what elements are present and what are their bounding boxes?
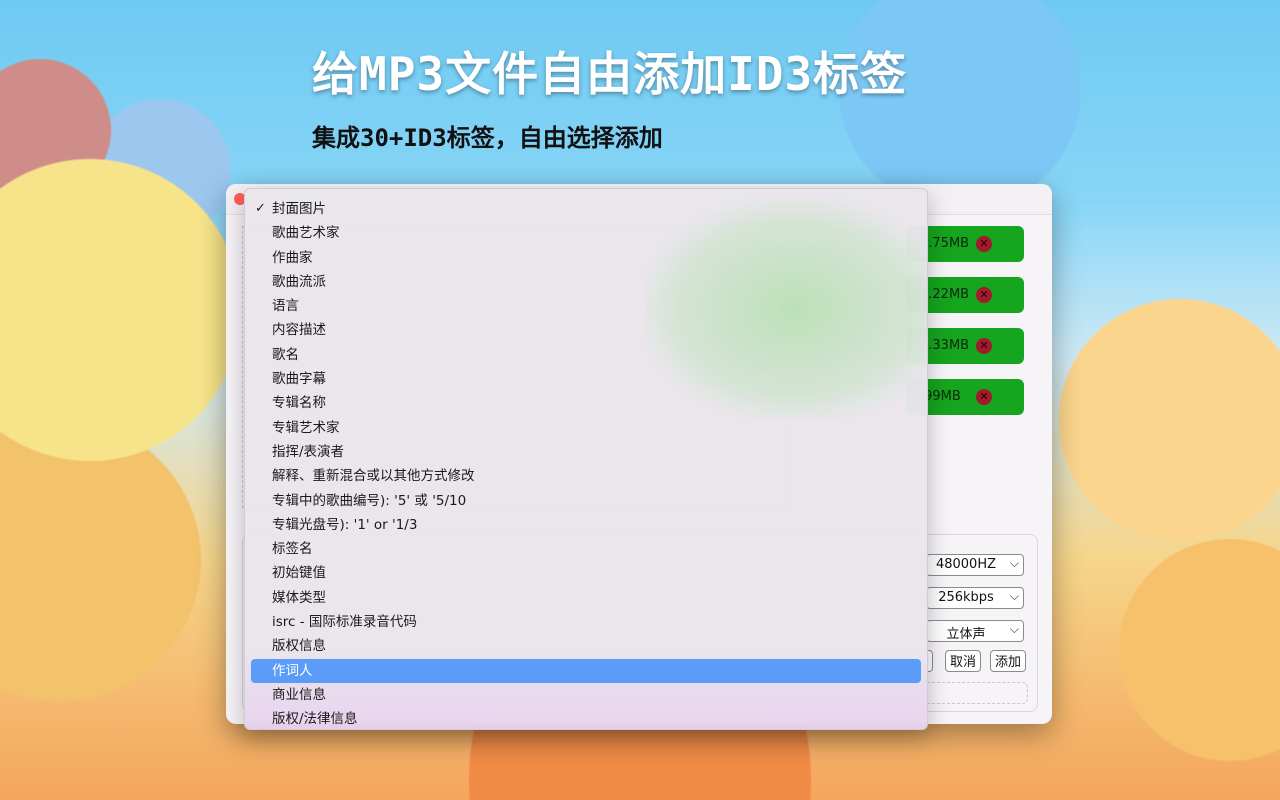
menu-item[interactable]: ✓ 封面图片 bbox=[251, 197, 921, 221]
menu-item-label: 专辑艺术家 bbox=[272, 419, 340, 436]
menu-item[interactable]: 语言 bbox=[251, 294, 921, 318]
menu-item[interactable]: 作曲家 bbox=[251, 246, 921, 270]
menu-item[interactable]: 内容描述 bbox=[251, 318, 921, 342]
remove-file-icon[interactable]: ✕ bbox=[976, 236, 992, 252]
menu-item-label: 指挥/表演者 bbox=[272, 443, 345, 460]
cancel-button[interactable]: 取消 bbox=[945, 650, 982, 672]
menu-item-label: 语言 bbox=[272, 298, 299, 315]
menu-item-label: 媒体类型 bbox=[272, 589, 326, 606]
remove-file-icon[interactable]: ✕ bbox=[976, 338, 992, 354]
menu-item-label: 作词人 bbox=[272, 662, 313, 679]
menu-item-label: 专辑光盘号): '1' or '1/3 bbox=[272, 516, 418, 533]
menu-item[interactable]: 歌曲流派 bbox=[251, 270, 921, 294]
menu-item[interactable]: 专辑艺术家 bbox=[251, 416, 921, 440]
menu-item-label: 标签名 bbox=[272, 541, 313, 558]
sample-rate-value: 48000HZ bbox=[935, 557, 997, 572]
menu-item[interactable]: 商业信息 bbox=[251, 683, 921, 707]
menu-item[interactable]: 歌曲字幕 bbox=[251, 367, 921, 391]
menu-item[interactable]: 专辑光盘号): '1' or '1/3 bbox=[251, 513, 921, 537]
menu-item-label: isrc - 国际标准录音代码 bbox=[272, 614, 417, 631]
menu-item[interactable]: isrc - 国际标准录音代码 bbox=[251, 610, 921, 634]
menu-item[interactable]: 初始键值 bbox=[251, 561, 921, 585]
menu-item[interactable]: 歌曲艺术家 bbox=[251, 221, 921, 245]
chevron-down-icon: ⌵ bbox=[1009, 556, 1019, 570]
menu-item-label: 歌名 bbox=[272, 346, 299, 363]
menu-item[interactable]: 专辑名称 bbox=[251, 391, 921, 415]
menu-item-label: 版权信息 bbox=[272, 638, 326, 655]
chevron-down-icon: ⌵ bbox=[1009, 589, 1019, 603]
menu-item-label: 歌曲艺术家 bbox=[272, 225, 340, 242]
bitrate-select[interactable]: 256kbps ⌵ bbox=[926, 587, 1024, 609]
menu-item-label: 解释、重新混合或以其他方式修改 bbox=[272, 468, 475, 485]
chevron-down-icon: ⌵ bbox=[1009, 622, 1019, 636]
menu-item[interactable]: 版权信息 bbox=[251, 634, 921, 658]
bitrate-value: 256kbps bbox=[938, 590, 994, 605]
menu-item-label: 商业信息 bbox=[272, 686, 326, 703]
menu-item[interactable]: 标签名 bbox=[251, 537, 921, 561]
promo-headline: 给MP3文件自由添加ID3标签 bbox=[312, 47, 908, 101]
sample-rate-select[interactable]: 48000HZ ⌵ bbox=[926, 554, 1024, 576]
tag-dropdown-menu[interactable]: ✓ 封面图片歌曲艺术家作曲家歌曲流派语言内容描述歌名歌曲字幕专辑名称专辑艺术家指挥… bbox=[244, 188, 928, 730]
menu-item-label: 封面图片 bbox=[272, 201, 326, 217]
menu-item-label: 专辑中的歌曲编号): '5' 或 '5/10 bbox=[272, 492, 467, 509]
promo-subhead: 集成30+ID3标签，自由选择添加 bbox=[312, 124, 663, 152]
menu-item-label: 初始键值 bbox=[272, 565, 326, 582]
menu-item[interactable]: 指挥/表演者 bbox=[251, 440, 921, 464]
menu-item-label: 歌曲字幕 bbox=[272, 371, 326, 388]
drop-zone[interactable] bbox=[916, 682, 1028, 704]
menu-item-label: 歌曲流派 bbox=[272, 273, 326, 290]
checkmark-icon: ✓ bbox=[255, 201, 266, 216]
channel-select[interactable]: 立体声 ⌵ bbox=[926, 620, 1024, 642]
menu-item[interactable]: 解释、重新混合或以其他方式修改 bbox=[251, 464, 921, 488]
menu-item[interactable]: 专辑中的歌曲编号): '5' 或 '5/10 bbox=[251, 489, 921, 513]
tag-menu-list: ✓ 封面图片歌曲艺术家作曲家歌曲流派语言内容描述歌名歌曲字幕专辑名称专辑艺术家指挥… bbox=[251, 197, 921, 729]
menu-item-label: 作曲家 bbox=[272, 249, 313, 266]
menu-item[interactable]: 歌名 bbox=[251, 343, 921, 367]
menu-item[interactable]: 作词人 bbox=[251, 658, 921, 683]
remove-file-icon[interactable]: ✕ bbox=[976, 389, 992, 405]
menu-item[interactable]: 版权/法律信息 bbox=[251, 707, 921, 729]
menu-item-label: 内容描述 bbox=[272, 322, 326, 339]
channel-value: 立体声 bbox=[946, 627, 986, 642]
menu-item-label: 专辑名称 bbox=[272, 395, 326, 412]
menu-item-label: 版权/法律信息 bbox=[272, 711, 358, 728]
remove-file-icon[interactable]: ✕ bbox=[976, 287, 992, 303]
menu-item[interactable]: 媒体类型 bbox=[251, 586, 921, 610]
add-button[interactable]: 添加 bbox=[990, 650, 1027, 672]
